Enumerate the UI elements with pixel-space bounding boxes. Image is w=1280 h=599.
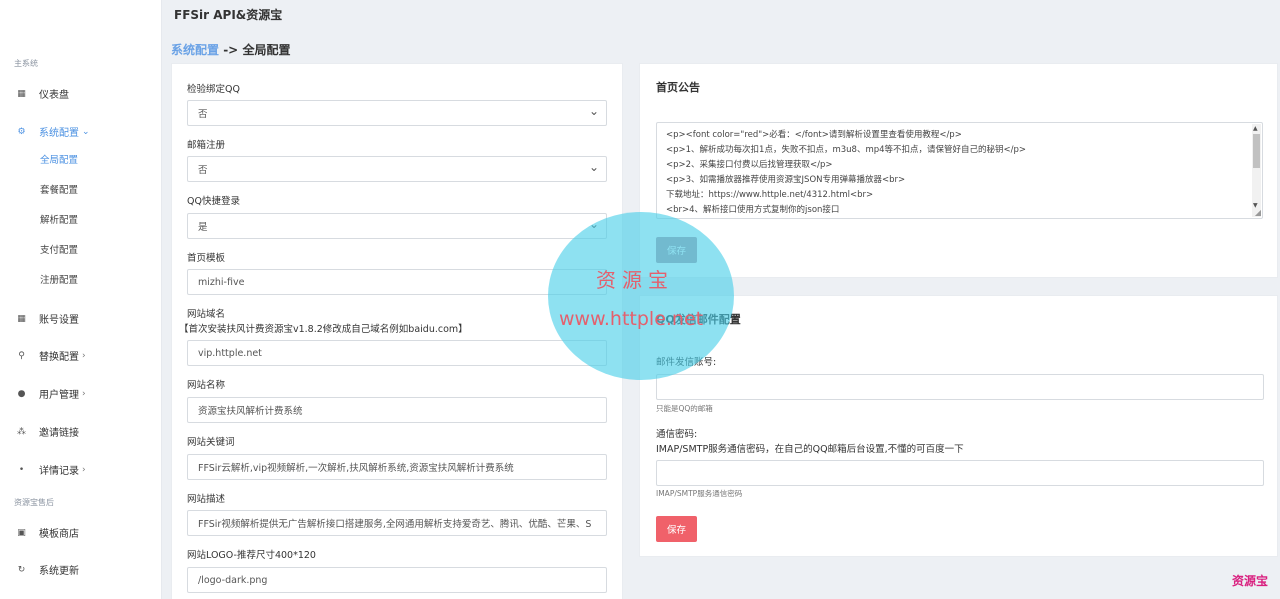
mail-save-button[interactable]: 保存 (656, 516, 697, 542)
site-domain-input[interactable]: vip.httple.net (187, 340, 607, 366)
chevron-right-icon: › (82, 350, 86, 361)
sidebar-item-label: 替换配置 (39, 352, 79, 363)
homepage-template-input[interactable]: mizhi-five (187, 269, 607, 295)
record-icon: • (18, 464, 25, 475)
site-name-input[interactable]: 资源宝扶风解析计费系统 (187, 397, 607, 423)
mail-account-help: 只能是QQ的邮箱 (656, 404, 713, 413)
sidebar-item-template-store[interactable]: ▣ 模板商店 (17, 525, 79, 541)
email-register-label: 邮箱注册 (187, 140, 226, 151)
sidebar-item-records[interactable]: • 详情记录 › (17, 462, 86, 478)
chevron-right-icon: › (82, 464, 86, 475)
search-icon: ⚲ (18, 350, 25, 361)
account-icon: ▦ (17, 313, 26, 324)
sidebar-item-label: 详情记录 (39, 466, 79, 477)
watermark-text: 资源宝 (596, 268, 674, 292)
sidebar-item-label: 用户管理 (39, 390, 79, 401)
qq-bind-select[interactable]: 否 (187, 100, 607, 126)
site-domain-note: 【首次安装扶风计费资源宝v1.8.2修改成自己域名例如baidu.com】 (179, 324, 468, 335)
qq-login-select[interactable]: 是 (187, 213, 607, 239)
announcement-line: 下载地址：https://www.httple.net/4312.html<br… (666, 190, 874, 200)
site-name-label: 网站名称 (187, 380, 226, 391)
update-icon: ↻ (17, 564, 26, 575)
sidebar-item-replace-config[interactable]: ⚲ 替换配置 › (17, 348, 86, 364)
sidebar-sub-global-config[interactable]: 全局配置 (40, 152, 78, 166)
announcement-line: <p>2、采集接口付费以后找管理获取</p> (666, 160, 833, 170)
sidebar-item-user-management[interactable]: ● 用户管理 › (17, 386, 86, 402)
sidebar-item-label: 账号设置 (39, 315, 79, 326)
resize-grip-icon[interactable]: ◢ (1255, 208, 1261, 217)
breadcrumb: 系统配置 -> 全局配置 (171, 41, 290, 58)
sidebar-sub-package-config[interactable]: 套餐配置 (40, 182, 78, 196)
corner-watermark: 资源宝 (1232, 574, 1269, 588)
mail-password-input[interactable] (656, 460, 1264, 486)
site-keywords-input[interactable]: FFSir云解析,vip视频解析,一次解析,扶风解析系统,资源宝扶风解析计费系统 (187, 454, 607, 480)
mail-config-card: QQ发信邮件配置 邮件发信账号: 只能是QQ的邮箱 通信密码: IMAP/SMT… (639, 295, 1278, 557)
homepage-template-label: 首页模板 (187, 253, 226, 264)
scroll-up-icon[interactable]: ▲ (1253, 125, 1258, 132)
sidebar-item-label: 系统更新 (39, 566, 79, 577)
global-config-card: 检验绑定QQ 否 邮箱注册 否 QQ快捷登录 是 首页模板 mizhi-five… (171, 63, 623, 599)
qq-login-label: QQ快捷登录 (187, 196, 240, 207)
site-logo-input[interactable]: /logo-dark.png (187, 567, 607, 593)
invite-icon: ⁂ (17, 426, 26, 437)
mail-password-desc: IMAP/SMTP服务通信密码，在自己的QQ邮箱后台设置,不懂的可百度一下 (656, 444, 964, 455)
textarea-scrollbar[interactable]: ▲ ▼ (1252, 124, 1261, 217)
sidebar: 主系统 ▦ 仪表盘 ⚙ 系统配置 ⌄ 全局配置 套餐配置 解析配置 支付配置 注… (0, 0, 162, 599)
announcement-line: <br>4、解析接口使用方式复制你的json接口 (666, 205, 840, 215)
announcement-card: 首页公告 <p><font color="red">必看：</font>请到解析… (639, 63, 1278, 278)
sidebar-sub-register-config[interactable]: 注册配置 (40, 272, 78, 286)
mail-password-label: 通信密码: (656, 429, 698, 440)
sidebar-section-extra: 资源宝售后 (14, 498, 54, 507)
breadcrumb-separator: -> (223, 43, 239, 57)
qq-bind-label: 检验绑定QQ (187, 84, 240, 95)
mail-account-label: 邮件发信账号: (656, 357, 717, 368)
store-icon: ▣ (17, 527, 26, 538)
sidebar-item-label: 仪表盘 (39, 90, 69, 101)
site-domain-label: 网站域名 (187, 309, 226, 320)
sidebar-item-label: 模板商店 (39, 529, 79, 540)
sidebar-item-system-update[interactable]: ↻ 系统更新 (17, 562, 79, 578)
email-register-select[interactable]: 否 (187, 156, 607, 182)
chevron-right-icon: › (82, 388, 86, 399)
breadcrumb-parent-link[interactable]: 系统配置 (171, 43, 219, 57)
announcement-textarea[interactable]: <p><font color="red">必看：</font>请到解析设置里查看… (656, 122, 1263, 219)
site-logo-label: 网站LOGO-推荐尺寸400*120 (187, 550, 316, 561)
site-keywords-label: 网站关键词 (187, 437, 235, 448)
scroll-thumb[interactable] (1253, 134, 1260, 168)
breadcrumb-current: 全局配置 (242, 43, 291, 57)
sidebar-section-main: 主系统 (14, 59, 38, 68)
sidebar-item-account-settings[interactable]: ▦ 账号设置 (17, 311, 79, 327)
sidebar-item-label: 系统配置 (39, 128, 79, 139)
dashboard-icon: ▦ (17, 88, 26, 99)
sidebar-item-system-config[interactable]: ⚙ 系统配置 ⌄ (17, 124, 90, 140)
user-icon: ● (17, 388, 26, 399)
site-description-input[interactable]: FFSir视频解析提供无广告解析接口搭建服务,全网通用解析支持爱奇艺、腾讯、优酷… (187, 510, 607, 536)
site-description-label: 网站描述 (187, 494, 226, 505)
sidebar-sub-parse-config[interactable]: 解析配置 (40, 212, 78, 226)
mail-password-help: IMAP/SMTP服务通信密码 (656, 489, 743, 498)
sidebar-item-invite-link[interactable]: ⁂ 邀请链接 (17, 424, 79, 440)
watermark-url: www.httple.net (559, 308, 704, 330)
settings-icon: ⚙ (17, 126, 26, 137)
app-brand: FFSir API&资源宝 (174, 8, 283, 22)
sidebar-item-dashboard[interactable]: ▦ 仪表盘 (17, 86, 69, 102)
announcement-line: <p>1、解析成功每次扣1点，失败不扣点，m3u8、mp4等不扣点，请保管好自己… (666, 145, 1027, 155)
announcement-line: <p>3、如需播放器推荐使用资源宝JSON专用弹幕播放器<br> (666, 175, 906, 185)
announcement-save-button[interactable]: 保存 (656, 237, 697, 263)
sidebar-sub-payment-config[interactable]: 支付配置 (40, 242, 78, 256)
announcement-line: <p><font color="red">必看：</font>请到解析设置里查看… (666, 130, 962, 140)
sidebar-item-label: 邀请链接 (39, 428, 79, 439)
announcement-title: 首页公告 (656, 81, 700, 94)
mail-account-input[interactable] (656, 374, 1264, 400)
chevron-down-icon: ⌄ (82, 126, 90, 137)
